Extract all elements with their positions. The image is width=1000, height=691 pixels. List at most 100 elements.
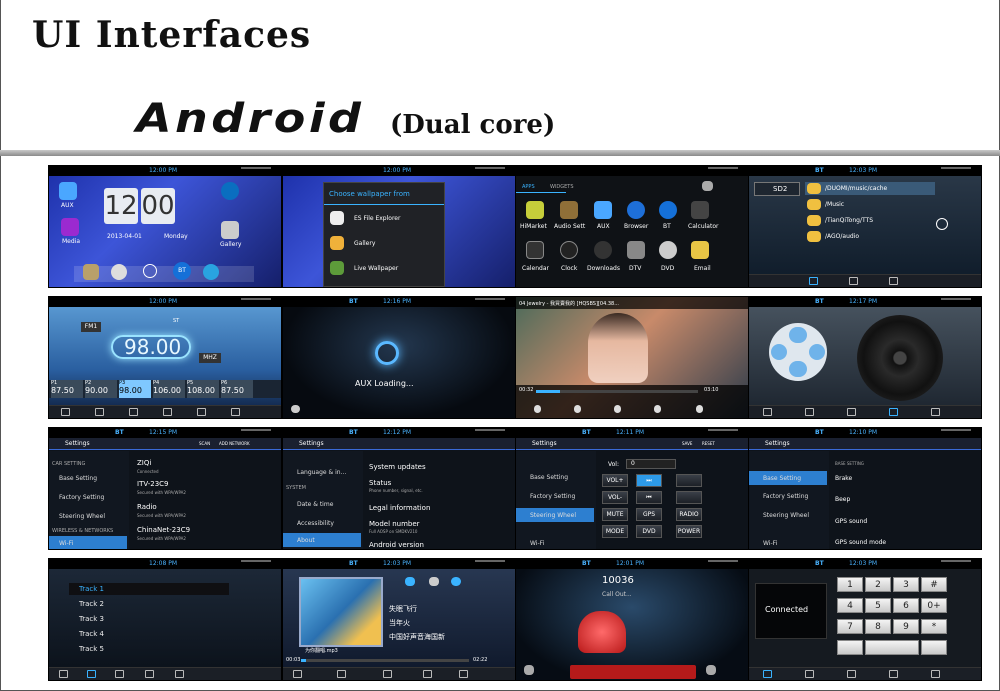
folder-row[interactable]: /TianQiTong/TTS <box>805 214 935 227</box>
call-accept-icon[interactable] <box>676 474 702 487</box>
dtv-icon[interactable] <box>627 241 645 259</box>
apps-icon[interactable] <box>143 264 157 278</box>
bt-icon[interactable]: BT <box>173 262 191 280</box>
call-reject-icon[interactable] <box>676 491 702 504</box>
lock-icon[interactable] <box>534 405 541 413</box>
himarket-icon[interactable] <box>526 201 544 219</box>
keypad-icon[interactable] <box>524 665 534 675</box>
clock-hours: 12 <box>104 188 138 224</box>
screenshot-settings-about: BT 12:12 PM Settings Language & in... SYS… <box>282 427 516 550</box>
screenshot-wallpaper: 12:00 PM Choose wallpaper from ES File E… <box>282 165 516 288</box>
play-icon[interactable] <box>936 218 948 230</box>
divider-bar <box>0 150 1000 156</box>
sidebar-item-wifi[interactable]: Wi-Fi <box>59 540 73 547</box>
aux-status: AUX Loading... <box>355 379 414 388</box>
video-title: 04 Jewelry - 我買賣我的 [HQSBS][04.38... <box>519 301 619 307</box>
prev-icon[interactable] <box>771 344 787 360</box>
tab-widgets[interactable]: WIDGETS <box>550 184 574 190</box>
screenshot-apps: APPS WIDGETS HiMarket Audio Sett AUX Bro… <box>515 165 749 288</box>
screenshot-settings-base: BT 12:10 PM Settings Base Setting Factory… <box>748 427 982 550</box>
clock-icon[interactable] <box>560 241 578 259</box>
tab-apps[interactable]: APPS <box>522 184 535 190</box>
folder-icon[interactable] <box>83 264 99 280</box>
screenshot-home: 12:00 PM AUX Media 12 00 2013-04-01 Mond… <box>48 165 282 288</box>
frequency: 98.00 <box>124 335 182 359</box>
speaker-icon[interactable] <box>706 665 716 675</box>
drive-sd2[interactable]: SD2 <box>754 182 800 196</box>
screenshot-dialer: BT 12:03 PM Connected 1 2 3 # 4 5 6 0+ 7 … <box>748 558 982 681</box>
vol-field[interactable]: 0 <box>626 459 676 469</box>
next-icon[interactable] <box>809 344 825 360</box>
gallery-icon[interactable] <box>221 221 239 239</box>
stop-icon[interactable] <box>696 405 703 413</box>
calendar-icon[interactable] <box>526 241 544 259</box>
bottom-nav <box>283 667 515 680</box>
preset-2[interactable]: P2 90.00 <box>85 380 117 398</box>
backspace-icon[interactable] <box>921 640 947 655</box>
preset-4[interactable]: P4 106.00 <box>153 380 185 398</box>
email-icon[interactable] <box>691 241 709 259</box>
folder-row[interactable]: /DUOMI/music/cache <box>805 182 935 195</box>
preset-3[interactable]: P3 98.00 <box>119 380 151 398</box>
prev-icon[interactable] <box>574 405 581 413</box>
file-explorer-icon <box>330 211 344 225</box>
dock <box>74 266 254 282</box>
pause-icon[interactable] <box>614 405 621 413</box>
bottom-nav <box>749 667 981 680</box>
shuffle-icon[interactable] <box>429 577 439 586</box>
bt-icon[interactable] <box>659 201 677 219</box>
page-title: UI Interfaces <box>32 14 312 56</box>
option-live-wallpaper[interactable]: Live Wallpaper <box>354 265 398 272</box>
globe-icon[interactable] <box>221 182 239 200</box>
stop-icon[interactable] <box>789 361 807 377</box>
track-item[interactable]: Track 4 <box>79 630 104 638</box>
call-status: Call Out... <box>602 591 632 598</box>
media-icon[interactable] <box>61 218 79 236</box>
hangup-button[interactable] <box>570 665 696 679</box>
folder-row[interactable]: /AGO/audio <box>805 230 935 243</box>
live-wallpaper-icon <box>330 261 344 275</box>
bottom-nav <box>749 405 981 418</box>
screenshot-video: 04 Jewelry - 我買賣我的 [HQSBS][04.38... 00:3… <box>515 296 749 419</box>
track-item[interactable]: Track 2 <box>79 600 104 608</box>
aux-icon[interactable] <box>594 201 612 219</box>
video-frame <box>588 313 648 383</box>
date: 2013-04-01 <box>107 233 142 240</box>
navi-icon[interactable] <box>203 264 219 280</box>
track-item[interactable]: Track 1 <box>79 585 104 593</box>
downloads-icon[interactable] <box>594 241 612 259</box>
refresh-icon[interactable] <box>837 640 863 655</box>
clock-minutes: 00 <box>141 188 175 224</box>
folder-icon <box>807 183 821 194</box>
preset-5[interactable]: P5 108.00 <box>187 380 219 398</box>
dvd-icon[interactable] <box>659 241 677 259</box>
track-item[interactable]: Track 5 <box>79 645 104 653</box>
disc-icon[interactable] <box>111 264 127 280</box>
phone-icon <box>578 611 626 653</box>
seek-bar[interactable] <box>536 390 698 393</box>
folder-icon <box>807 199 821 210</box>
repeat-icon[interactable] <box>451 577 461 586</box>
preset-6[interactable]: P6 87.50 <box>221 380 253 398</box>
next-icon[interactable] <box>654 405 661 413</box>
track-item[interactable]: Track 3 <box>79 615 104 623</box>
option-gallery[interactable]: Gallery <box>354 240 375 247</box>
call-button[interactable] <box>865 640 919 655</box>
aux-icon[interactable] <box>59 182 77 200</box>
progress-bar[interactable] <box>301 659 469 662</box>
folder-row[interactable]: /Music <box>805 198 935 211</box>
dialog-title: Choose wallpaper from <box>329 190 410 198</box>
folder-icon <box>807 215 821 226</box>
browser-icon[interactable] <box>627 201 645 219</box>
store-icon[interactable] <box>702 181 713 191</box>
option-file-explorer[interactable]: ES File Explorer <box>354 215 400 222</box>
preset-1[interactable]: P1 87.50 <box>51 380 83 398</box>
calculator-icon[interactable] <box>691 201 709 219</box>
gallery-icon <box>330 236 344 250</box>
audio-settings-icon[interactable] <box>560 201 578 219</box>
sidebar-item-about[interactable]: About <box>297 537 315 544</box>
play-pause-icon[interactable] <box>789 327 807 343</box>
play-icon[interactable] <box>405 577 415 586</box>
screenshot-tracks: 12:08 PM Track 1 Track 2 Track 3 Track 4… <box>48 558 282 681</box>
volume-icon[interactable] <box>291 405 300 413</box>
